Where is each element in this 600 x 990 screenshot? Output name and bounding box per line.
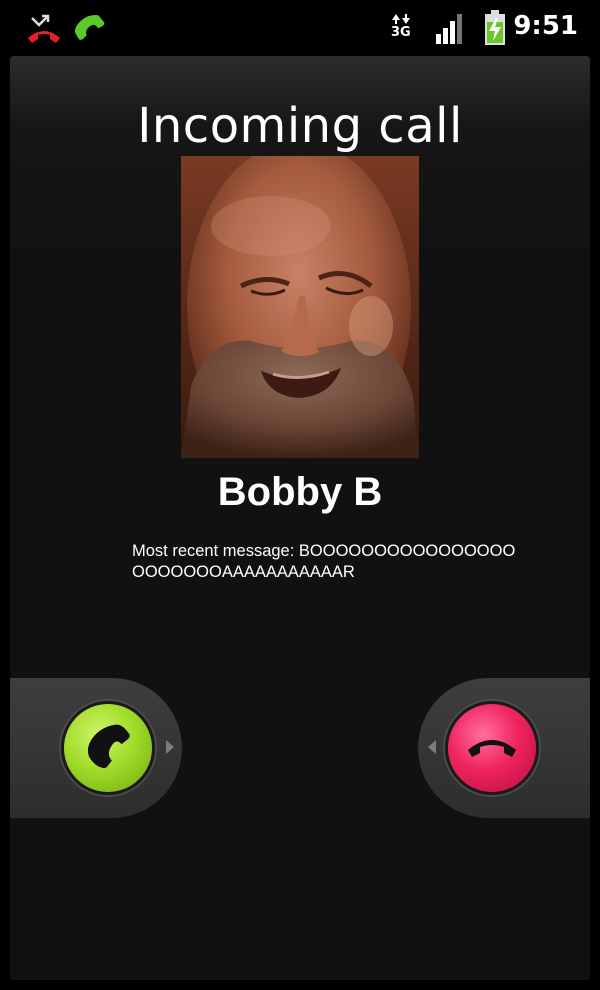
answer-button[interactable] [64, 704, 152, 792]
decline-button[interactable] [448, 704, 536, 792]
phone-answer-icon [87, 724, 130, 769]
status-clock: 9:51 [513, 11, 578, 41]
recent-message: Most recent message: BOOOOOOOOOOOOOOOOOO… [132, 541, 522, 583]
signal-icon [436, 14, 462, 44]
slide-left-arrow-icon [428, 740, 436, 754]
network-type-label: 3G [391, 25, 411, 40]
battery-charging-icon [485, 10, 505, 45]
caller-name: Bobby B [217, 470, 383, 514]
phone-hangup-icon [468, 740, 516, 757]
data-icon: 3G [388, 12, 418, 46]
active-call-icon [74, 14, 105, 40]
answer-slide-tab[interactable] [10, 678, 182, 818]
missed-call-icon [28, 14, 60, 43]
recent-message-label: Most recent message: [132, 542, 295, 560]
slide-right-arrow-icon [166, 740, 174, 754]
caller-photo [181, 156, 419, 458]
status-bar: 3G 9:51 [0, 0, 600, 50]
incoming-call-title: Incoming call [137, 98, 463, 154]
decline-slide-tab[interactable] [418, 678, 590, 818]
